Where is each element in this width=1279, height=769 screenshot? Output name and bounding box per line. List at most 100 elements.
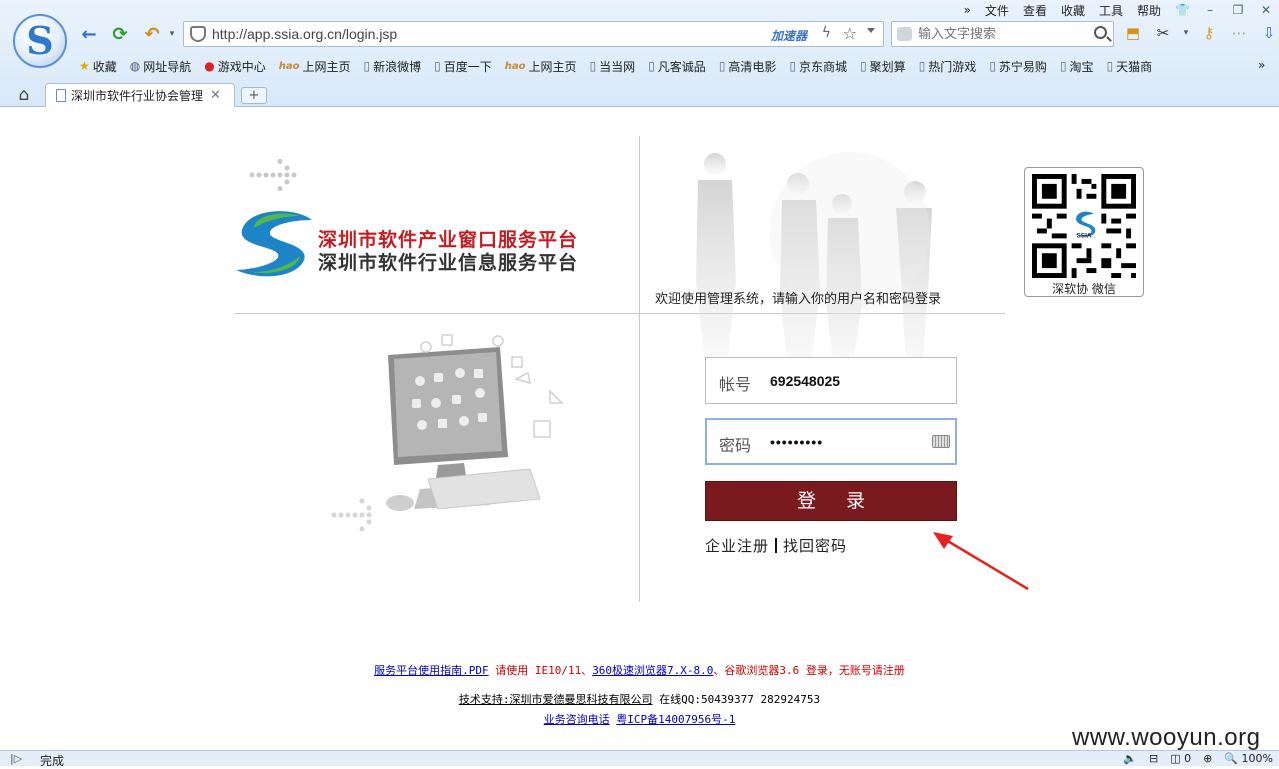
fav-item[interactable]: ▯ 天猫商 [1107,58,1153,75]
account-input[interactable] [770,370,930,392]
menu-more[interactable]: » [964,3,971,17]
fav-item[interactable]: ▯ 热门游戏 [919,58,977,75]
status-text: 完成 [40,754,65,768]
page-icon: ▯ [989,59,996,73]
login-button[interactable]: 登 录 [705,481,957,521]
page-icon: ▯ [1059,59,1067,73]
bookmark-star-icon[interactable]: ☆ [843,24,857,43]
scissors-icon[interactable]: ✂ [1153,23,1173,43]
speaker-icon[interactable]: 🔈 [1123,752,1137,765]
fav-item[interactable]: ▯ 百度一下 [434,58,492,75]
menu-tools[interactable]: 工具 [1099,2,1123,19]
tab-active[interactable]: 深圳市软件行业协会管理 ✕ [45,83,235,107]
virtual-keyboard-icon[interactable] [932,435,950,448]
vertical-divider [639,136,640,602]
toolbox-icon[interactable]: ⊟ [1149,752,1158,765]
plugin-icon[interactable]: ⬒ [1123,23,1143,43]
fav-label: 高清电影 [728,59,777,74]
fav-label: 当当网 [599,59,636,74]
fav-item[interactable]: ▯ 淘宝 [1060,58,1094,75]
home-icon[interactable]: ⌂ [12,85,36,105]
address-bar[interactable]: http://app.ssia.org.cn/login.jsp 加速器 ϟ ☆ [183,21,884,47]
account-label: 帐号 [719,375,752,394]
search-engine-icon[interactable] [897,27,912,41]
zoom-level[interactable]: 🔍 100% [1224,752,1273,765]
sidebar-toggle-icon[interactable]: |▷ [10,752,22,765]
key-icon[interactable]: ⚷ [1199,23,1219,43]
menu-file[interactable]: 文件 [985,2,1009,19]
scissors-dropdown-icon[interactable]: ▾ [1183,23,1189,43]
favorites-more[interactable]: » [1258,58,1265,72]
fav-item[interactable]: hao 上网主页 [279,58,351,75]
fav-item[interactable]: ▯ 京东商城 [789,58,847,75]
sogou-browser-logo[interactable]: S [13,14,67,68]
account-field[interactable]: 帐号 [705,357,957,404]
password-field[interactable]: 密码 [705,418,957,465]
status-count: 0 [1184,752,1192,765]
qr-logo-text: SSIA [1077,232,1092,239]
fav-label: 凡客诚品 [657,59,706,74]
fav-item[interactable]: ● 游戏中心 [204,58,266,75]
undo-close-icon[interactable]: ↶ [141,23,163,45]
password-input[interactable] [770,431,930,453]
back-arrow-icon[interactable]: ← [78,23,100,45]
download-status-icon[interactable]: ⊕ [1203,752,1212,765]
fav-label: 苏宁易购 [998,59,1047,74]
tab-bar: ⌂ 深圳市软件行业协会管理 ✕ + [0,82,1279,107]
register-link[interactable]: 企业注册 [705,535,769,556]
fav-item[interactable]: ★ 收藏 [79,58,117,75]
page-icon: ▯ [363,59,371,73]
minimize-button[interactable]: – [1203,3,1217,17]
qr-caption: 深软协 微信 [1052,282,1116,296]
fav-item[interactable]: ◍ 网址导航 [130,58,192,75]
fav-item[interactable]: ▯ 高清电影 [719,58,777,75]
recover-password-link[interactable]: 找回密码 [783,535,847,556]
footer-line2: 技术支持:深圳市爱德曼思科技有限公司 在线QQ:50439377 2829247… [0,691,1279,707]
wechat-qr-card: SSIA 深软协 微信 [1024,167,1144,297]
fav-item[interactable]: hao 上网主页 [505,58,577,75]
refresh-icon[interactable]: ⟳ [109,23,131,45]
more-tools-icon[interactable]: ⋯ [1229,23,1249,43]
fav-item[interactable]: ▯ 当当网 [590,58,636,75]
fav-item[interactable]: ▯ 聚划算 [860,58,906,75]
page-icon: ▯ [918,59,926,73]
phone-link[interactable]: 业务咨询电话 [544,713,610,726]
icp-link[interactable]: 粤ICP备14007956号-1 [616,713,735,726]
welcome-message: 欢迎使用管理系统，请输入你的用户名和密码登录 [655,292,942,307]
fav-label: 上网主页 [302,59,351,74]
page-icon: ▯ [434,59,441,73]
restore-button[interactable]: ❐ [1231,3,1245,17]
address-url[interactable]: http://app.ssia.org.cn/login.jsp [212,26,397,42]
skin-icon[interactable]: 👕 [1175,3,1190,17]
accelerator-button[interactable]: 加速器 [771,27,807,44]
fav-item[interactable]: ▯ 凡客诚品 [648,58,706,75]
new-tab-button[interactable]: + [241,87,267,104]
search-box[interactable] [891,21,1114,47]
footer-qq-text: 在线QQ:50439377 282924753 [652,693,821,706]
menu-help[interactable]: 帮助 [1137,2,1161,19]
page-icon: ▯ [1106,59,1114,73]
address-dropdown-icon[interactable] [867,28,875,33]
brand-title-line2: 深圳市软件行业信息服务平台 [318,252,579,274]
close-tab-icon[interactable]: ✕ [210,88,221,103]
undo-dropdown-icon[interactable]: ▾ [161,23,183,45]
browser-chrome: » 文件 查看 收藏 工具 帮助 👕 – ❐ ✕ S ← ⟳ ↶ ▾ http:… [0,0,1279,107]
close-window-button[interactable]: ✕ [1259,3,1273,17]
search-input[interactable] [918,25,1083,43]
tech-support-link[interactable]: 技术支持:深圳市爱德曼思科技有限公司 [459,693,653,706]
counter-icon[interactable]: ◫ 0 [1170,752,1191,765]
search-icon[interactable] [1094,26,1107,39]
download-icon[interactable]: ⇩ [1259,23,1279,43]
account-links: 企业注册 找回密码 [705,535,847,556]
fav-label: 百度一下 [443,59,492,74]
lightning-icon[interactable]: ϟ [822,25,831,41]
menu-view[interactable]: 查看 [1023,2,1047,19]
fav-item[interactable]: ▯ 新浪微博 [364,58,422,75]
page-icon: ▯ [718,59,726,73]
link-separator [775,538,778,553]
menu-favorites[interactable]: 收藏 [1061,2,1085,19]
browser-360-link[interactable]: 360极速浏览器7.X-8.0 [592,664,713,677]
guide-pdf-link[interactable]: 服务平台使用指南.PDF [374,664,489,677]
fav-item[interactable]: ▯ 苏宁易购 [989,58,1047,75]
status-bar: |▷ 完成 🔈 ⊟ ◫ 0 ⊕ 🔍 100% [0,750,1279,768]
